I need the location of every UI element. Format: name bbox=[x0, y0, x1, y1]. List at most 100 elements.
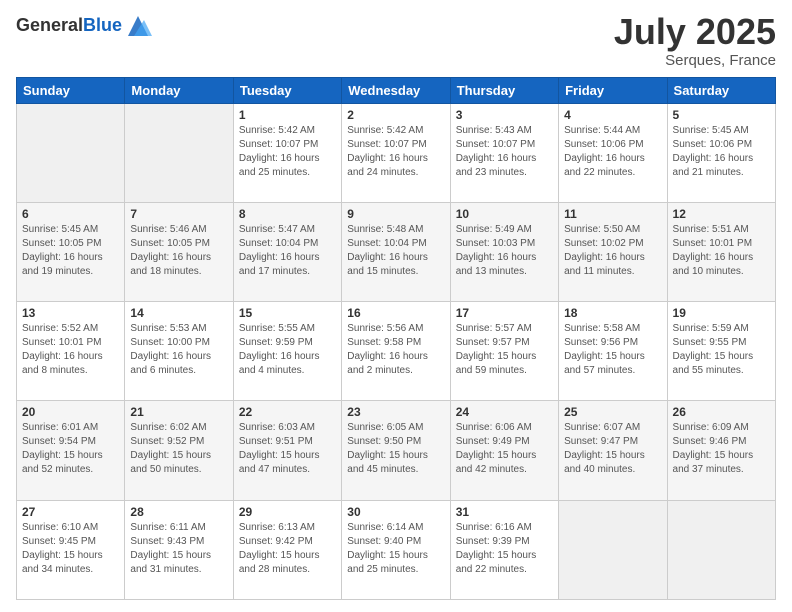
day-number: 3 bbox=[456, 108, 553, 122]
day-info: Sunrise: 6:06 AM Sunset: 9:49 PM Dayligh… bbox=[456, 421, 553, 477]
day-number: 28 bbox=[130, 505, 227, 519]
table-row: 15 Sunrise: 5:55 AM Sunset: 9:59 PM Dayli… bbox=[233, 302, 341, 401]
day-info: Sunrise: 6:13 AM Sunset: 9:42 PM Dayligh… bbox=[239, 521, 336, 577]
day-info: Sunrise: 5:42 AM Sunset: 10:07 PM Daylig… bbox=[347, 124, 444, 180]
day-number: 19 bbox=[673, 306, 770, 320]
day-number: 10 bbox=[456, 207, 553, 221]
day-info: Sunrise: 5:46 AM Sunset: 10:05 PM Daylig… bbox=[130, 223, 227, 279]
table-row: 27Sunrise: 6:10 AM Sunset: 9:45 PM Dayli… bbox=[17, 500, 125, 599]
table-row: 31Sunrise: 6:16 AM Sunset: 9:39 PM Dayli… bbox=[450, 500, 558, 599]
title-block: July 2025 Serques, France bbox=[614, 12, 776, 69]
day-info: Sunrise: 5:47 AM Sunset: 10:04 PM Daylig… bbox=[239, 223, 336, 279]
day-info: Sunrise: 5:43 AM Sunset: 10:07 PM Daylig… bbox=[456, 124, 553, 180]
table-row: 4Sunrise: 5:44 AM Sunset: 10:06 PM Dayli… bbox=[559, 103, 667, 202]
table-row: 12Sunrise: 5:51 AM Sunset: 10:01 PM Dayl… bbox=[667, 202, 775, 301]
day-number: 23 bbox=[347, 405, 444, 419]
day-number: 29 bbox=[239, 505, 336, 519]
table-row: 25 Sunrise: 6:07 AM Sunset: 9:47 PM Dayli… bbox=[559, 401, 667, 500]
table-row bbox=[125, 103, 233, 202]
day-info: Sunrise: 5:45 AM Sunset: 10:06 PM Daylig… bbox=[673, 124, 770, 180]
day-number: 16 bbox=[347, 306, 444, 320]
day-info: Sunrise: 6:09 AM Sunset: 9:46 PM Dayligh… bbox=[673, 421, 770, 477]
day-info: Sunrise: 5:50 AM Sunset: 10:02 PM Daylig… bbox=[564, 223, 661, 279]
day-number: 21 bbox=[130, 405, 227, 419]
day-number: 20 bbox=[22, 405, 119, 419]
table-row bbox=[559, 500, 667, 599]
day-number: 2 bbox=[347, 108, 444, 122]
day-info: Sunrise: 5:58 AM Sunset: 9:56 PM Dayligh… bbox=[564, 322, 661, 378]
day-info: Sunrise: 6:01 AM Sunset: 9:54 PM Dayligh… bbox=[22, 421, 119, 477]
col-thursday: Thursday bbox=[450, 77, 558, 103]
day-number: 12 bbox=[673, 207, 770, 221]
col-sunday: Sunday bbox=[17, 77, 125, 103]
calendar-header-row: Sunday Monday Tuesday Wednesday Thursday… bbox=[17, 77, 776, 103]
calendar-week-row: 20 Sunrise: 6:01 AM Sunset: 9:54 PM Dayli… bbox=[17, 401, 776, 500]
day-info: Sunrise: 6:03 AM Sunset: 9:51 PM Dayligh… bbox=[239, 421, 336, 477]
table-row: 19 Sunrise: 5:59 AM Sunset: 9:55 PM Dayli… bbox=[667, 302, 775, 401]
table-row: 24 Sunrise: 6:06 AM Sunset: 9:49 PM Dayli… bbox=[450, 401, 558, 500]
day-number: 15 bbox=[239, 306, 336, 320]
logo-general-text: General bbox=[16, 15, 83, 35]
day-number: 22 bbox=[239, 405, 336, 419]
table-row: 3 Sunrise: 5:43 AM Sunset: 10:07 PM Dayli… bbox=[450, 103, 558, 202]
day-info: Sunrise: 5:53 AM Sunset: 10:00 PM Daylig… bbox=[130, 322, 227, 378]
day-number: 8 bbox=[239, 207, 336, 221]
table-row: 8 Sunrise: 5:47 AM Sunset: 10:04 PM Dayli… bbox=[233, 202, 341, 301]
day-number: 4 bbox=[564, 108, 661, 122]
day-info: Sunrise: 5:45 AM Sunset: 10:05 PM Daylig… bbox=[22, 223, 119, 279]
location: Serques, France bbox=[614, 52, 776, 69]
day-number: 14 bbox=[130, 306, 227, 320]
day-number: 5 bbox=[673, 108, 770, 122]
day-info: Sunrise: 5:55 AM Sunset: 9:59 PM Dayligh… bbox=[239, 322, 336, 378]
table-row: 26Sunrise: 6:09 AM Sunset: 9:46 PM Dayli… bbox=[667, 401, 775, 500]
table-row: 5 Sunrise: 5:45 AM Sunset: 10:06 PM Dayli… bbox=[667, 103, 775, 202]
day-info: Sunrise: 6:11 AM Sunset: 9:43 PM Dayligh… bbox=[130, 521, 227, 577]
day-info: Sunrise: 6:07 AM Sunset: 9:47 PM Dayligh… bbox=[564, 421, 661, 477]
table-row: 10 Sunrise: 5:49 AM Sunset: 10:03 PM Dayl… bbox=[450, 202, 558, 301]
logo: GeneralBlue bbox=[16, 12, 152, 40]
col-tuesday: Tuesday bbox=[233, 77, 341, 103]
table-row: 2 Sunrise: 5:42 AM Sunset: 10:07 PM Dayli… bbox=[342, 103, 450, 202]
day-number: 17 bbox=[456, 306, 553, 320]
day-number: 11 bbox=[564, 207, 661, 221]
calendar-week-row: 13Sunrise: 5:52 AM Sunset: 10:01 PM Dayl… bbox=[17, 302, 776, 401]
day-number: 30 bbox=[347, 505, 444, 519]
table-row: 29 Sunrise: 6:13 AM Sunset: 9:42 PM Dayli… bbox=[233, 500, 341, 599]
table-row bbox=[17, 103, 125, 202]
table-row: 14 Sunrise: 5:53 AM Sunset: 10:00 PM Dayl… bbox=[125, 302, 233, 401]
table-row: 21Sunrise: 6:02 AM Sunset: 9:52 PM Dayli… bbox=[125, 401, 233, 500]
table-row: 30 Sunrise: 6:14 AM Sunset: 9:40 PM Dayli… bbox=[342, 500, 450, 599]
day-number: 6 bbox=[22, 207, 119, 221]
calendar-week-row: 1Sunrise: 5:42 AM Sunset: 10:07 PM Dayli… bbox=[17, 103, 776, 202]
day-info: Sunrise: 5:48 AM Sunset: 10:04 PM Daylig… bbox=[347, 223, 444, 279]
col-wednesday: Wednesday bbox=[342, 77, 450, 103]
day-number: 24 bbox=[456, 405, 553, 419]
table-row bbox=[667, 500, 775, 599]
table-row: 23 Sunrise: 6:05 AM Sunset: 9:50 PM Dayli… bbox=[342, 401, 450, 500]
col-saturday: Saturday bbox=[667, 77, 775, 103]
day-number: 31 bbox=[456, 505, 553, 519]
day-info: Sunrise: 5:56 AM Sunset: 9:58 PM Dayligh… bbox=[347, 322, 444, 378]
table-row: 18 Sunrise: 5:58 AM Sunset: 9:56 PM Dayli… bbox=[559, 302, 667, 401]
table-row: 11 Sunrise: 5:50 AM Sunset: 10:02 PM Dayl… bbox=[559, 202, 667, 301]
table-row: 16 Sunrise: 5:56 AM Sunset: 9:58 PM Dayli… bbox=[342, 302, 450, 401]
day-info: Sunrise: 5:52 AM Sunset: 10:01 PM Daylig… bbox=[22, 322, 119, 378]
table-row: 1Sunrise: 5:42 AM Sunset: 10:07 PM Dayli… bbox=[233, 103, 341, 202]
calendar-week-row: 27Sunrise: 6:10 AM Sunset: 9:45 PM Dayli… bbox=[17, 500, 776, 599]
table-row: 7 Sunrise: 5:46 AM Sunset: 10:05 PM Dayli… bbox=[125, 202, 233, 301]
day-number: 27 bbox=[22, 505, 119, 519]
day-number: 18 bbox=[564, 306, 661, 320]
day-info: Sunrise: 5:49 AM Sunset: 10:03 PM Daylig… bbox=[456, 223, 553, 279]
calendar-week-row: 6 Sunrise: 5:45 AM Sunset: 10:05 PM Dayli… bbox=[17, 202, 776, 301]
logo-blue-text: Blue bbox=[83, 15, 122, 35]
day-number: 25 bbox=[564, 405, 661, 419]
day-number: 7 bbox=[130, 207, 227, 221]
col-monday: Monday bbox=[125, 77, 233, 103]
page: GeneralBlue July 2025 Serques, France Su… bbox=[0, 0, 792, 612]
month-title: July 2025 bbox=[614, 12, 776, 52]
day-number: 9 bbox=[347, 207, 444, 221]
day-info: Sunrise: 6:05 AM Sunset: 9:50 PM Dayligh… bbox=[347, 421, 444, 477]
day-info: Sunrise: 6:14 AM Sunset: 9:40 PM Dayligh… bbox=[347, 521, 444, 577]
day-info: Sunrise: 5:59 AM Sunset: 9:55 PM Dayligh… bbox=[673, 322, 770, 378]
table-row: 22 Sunrise: 6:03 AM Sunset: 9:51 PM Dayli… bbox=[233, 401, 341, 500]
